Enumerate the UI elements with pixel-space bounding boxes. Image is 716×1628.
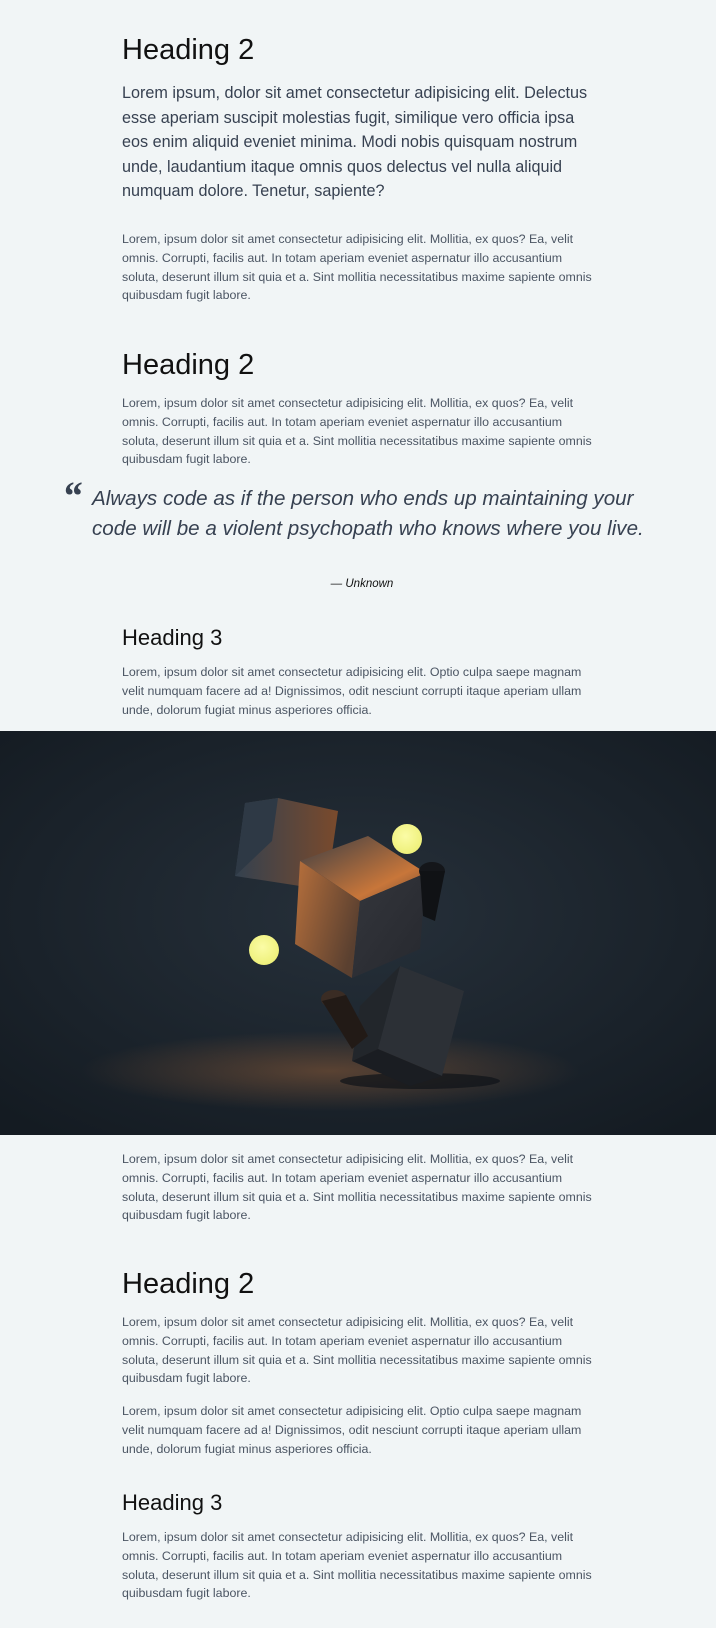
heading-3: Heading 3 xyxy=(122,625,223,650)
quote-mark-icon: “ xyxy=(62,473,82,518)
heading-3: Heading 3 xyxy=(122,1490,223,1515)
body-paragraph: Lorem, ipsum dolor sit amet consectetur … xyxy=(122,665,582,717)
body-paragraph: Lorem, ipsum dolor sit amet consectetur … xyxy=(122,1152,592,1223)
lead-paragraph: Lorem ipsum, dolor sit amet consectetur … xyxy=(122,84,588,201)
heading-2-second: Heading 2 xyxy=(122,349,255,381)
sphere-lower xyxy=(249,935,279,965)
body-paragraph: Lorem, ipsum dolor sit amet consectetur … xyxy=(122,232,592,303)
body-paragraph: Lorem, ipsum dolor sit amet consectetur … xyxy=(122,1404,582,1456)
hero-image xyxy=(0,731,716,1135)
body-paragraph: Lorem, ipsum dolor sit amet consectetur … xyxy=(122,1530,592,1601)
sphere-upper xyxy=(392,824,422,854)
quote-citation: — Unknown xyxy=(330,578,394,590)
heading-2-intro: Heading 2 xyxy=(122,34,255,66)
quote-text: Always code as if the person who ends up… xyxy=(92,487,644,540)
heading-2-third: Heading 2 xyxy=(122,1268,255,1300)
body-paragraph: Lorem, ipsum dolor sit amet consectetur … xyxy=(122,396,592,467)
body-paragraph: Lorem, ipsum dolor sit amet consectetur … xyxy=(122,1315,592,1386)
